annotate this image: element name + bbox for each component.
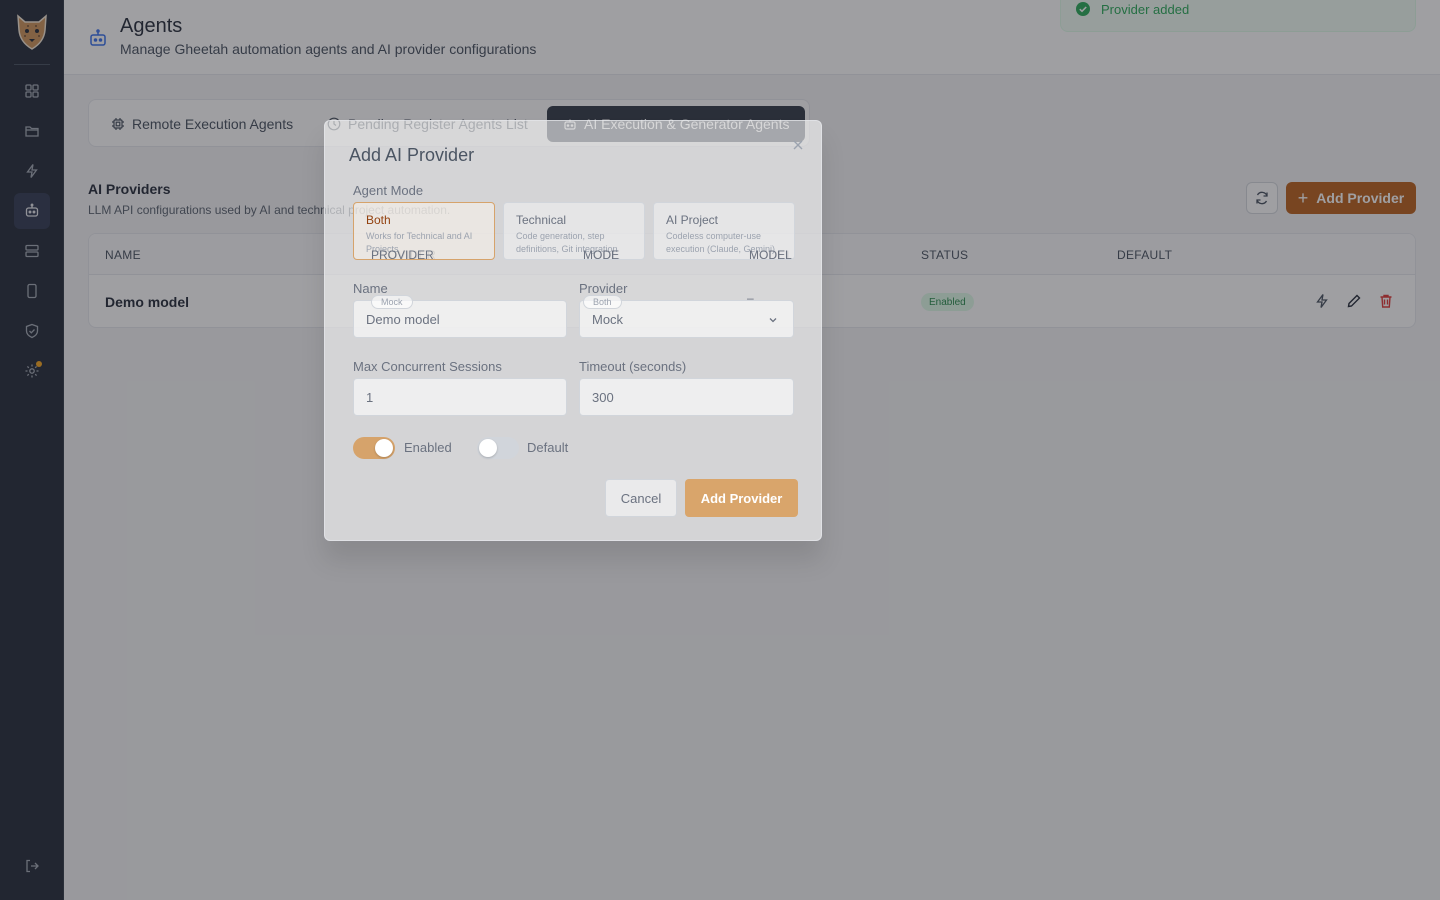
default-label: Default	[527, 440, 569, 455]
add-ai-provider-dialog: Add AI Provider Agent Mode Both Works fo…	[324, 120, 822, 541]
ghost-column-model: MODEL	[749, 248, 792, 262]
close-icon[interactable]	[791, 138, 805, 152]
name-label: Name	[353, 281, 388, 296]
mode-chip: Both	[583, 295, 622, 309]
agent-mode-label: Agent Mode	[353, 183, 424, 198]
max-sessions-input[interactable]: 1	[353, 378, 567, 416]
provider-label: Provider	[579, 281, 628, 296]
chevron-down-icon	[769, 318, 777, 323]
mode-title: Both	[366, 213, 391, 227]
max-sessions-value: 1	[366, 389, 374, 405]
cancel-button[interactable]: Cancel	[605, 479, 677, 517]
toggle-knob	[479, 439, 497, 457]
enabled-toggle[interactable]	[353, 437, 395, 459]
enabled-label: Enabled	[404, 440, 452, 455]
timeout-input[interactable]: 300	[579, 378, 794, 416]
provider-value: Mock	[592, 311, 624, 327]
provider-chip: Mock	[371, 295, 413, 309]
timeout-label: Timeout (seconds)	[579, 359, 687, 374]
submit-add-provider-button[interactable]: Add Provider	[685, 479, 798, 517]
default-toggle[interactable]	[477, 437, 519, 459]
timeout-value: 300	[592, 389, 614, 405]
cell-model: –	[747, 291, 754, 305]
ghost-column-mode: MODE	[583, 248, 619, 262]
max-sessions-label: Max Concurrent Sessions	[353, 359, 502, 374]
mode-title: Technical	[516, 213, 567, 227]
toggle-knob	[375, 439, 393, 457]
dialog-title: Add AI Provider	[349, 145, 475, 165]
mode-title: AI Project	[666, 213, 719, 227]
mode-option-technical[interactable]: Technical Code generation, step definiti…	[503, 202, 645, 260]
ghost-column-provider: PROVIDER	[371, 248, 434, 262]
name-value: Demo model	[366, 311, 440, 327]
